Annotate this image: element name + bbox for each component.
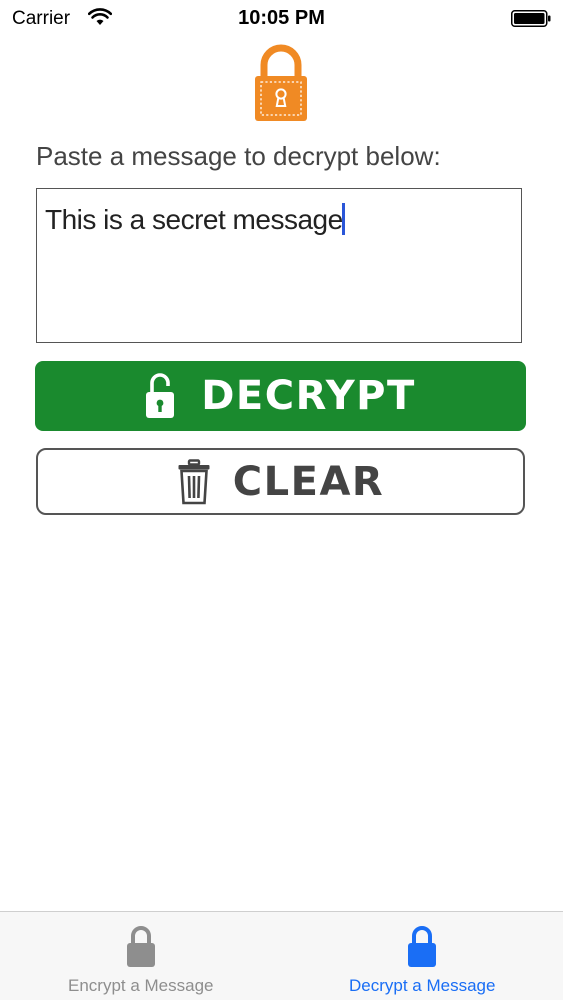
decrypt-button-label: DECRYPT (201, 373, 416, 419)
message-input[interactable]: This is a secret message (36, 188, 522, 343)
lock-icon (408, 926, 437, 967)
text-caret (341, 203, 345, 235)
clear-button[interactable]: CLEAR (36, 448, 525, 515)
status-bar: Carrier 10:05 PM (0, 0, 563, 38)
message-text: This is a secret message (45, 204, 343, 235)
tab-encrypt[interactable]: Encrypt a Message (0, 912, 282, 1000)
battery-icon (511, 10, 551, 27)
lock-icon (126, 926, 155, 967)
padlock-icon (255, 44, 307, 121)
tab-bar: Encrypt a Message Decrypt a Message (0, 911, 563, 1000)
decrypt-button[interactable]: DECRYPT (35, 361, 526, 431)
clear-button-label: CLEAR (232, 458, 385, 505)
tab-decrypt-label: Decrypt a Message (349, 976, 496, 995)
trash-icon (178, 458, 210, 504)
tab-encrypt-label: Encrypt a Message (67, 976, 214, 995)
unlock-icon (146, 373, 175, 418)
tab-decrypt[interactable]: Decrypt a Message (282, 912, 563, 1000)
app-screen: Carrier 10:05 PM Paste a message to decr… (0, 0, 563, 1000)
status-clock: 10:05 PM (238, 7, 325, 29)
decrypt-prompt: Paste a message to decrypt below: (36, 141, 441, 171)
